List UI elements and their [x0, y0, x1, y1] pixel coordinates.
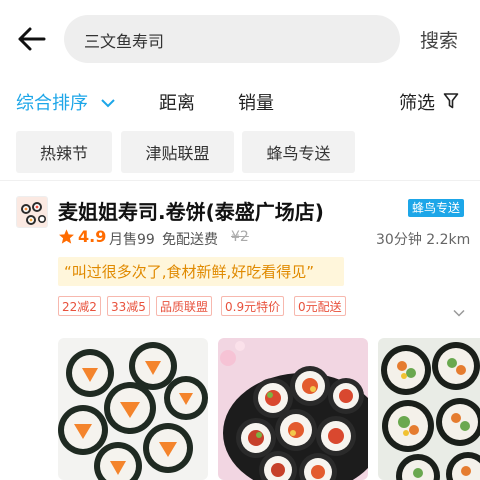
food-image-sushi-platter[interactable]: [218, 338, 368, 480]
promo-tag: 0元配送: [294, 296, 346, 316]
promo-tag: 33减5: [107, 296, 150, 316]
original-delivery-fee: ¥2: [231, 229, 249, 245]
promo-tag: 22减2: [58, 296, 101, 316]
sort-sales-tab[interactable]: 销量: [238, 89, 274, 115]
chip-subsidy-alliance[interactable]: 津贴联盟: [121, 131, 234, 173]
sort-distance-tab[interactable]: 距离: [159, 89, 195, 115]
store-logo[interactable]: [16, 196, 48, 228]
review-quote: “叫过很多次了,食材新鲜,好吃看得见”: [58, 257, 344, 286]
monthly-sales: 月售99: [109, 232, 155, 248]
food-image-maki-rolls[interactable]: [58, 338, 208, 480]
store-name[interactable]: 麦姐姐寿司.卷饼(泰盛广场店): [58, 196, 324, 225]
chevron-down-icon[interactable]: [100, 94, 116, 108]
chip-hot-festival[interactable]: 热辣节: [16, 131, 112, 173]
promo-tag: 0.9元特价: [221, 296, 285, 316]
star-icon: [58, 228, 75, 245]
search-query-text[interactable]: 三文鱼寿司: [84, 28, 164, 52]
chip-hummingbird-delivery[interactable]: 蜂鸟专送: [242, 131, 355, 173]
filter-button[interactable]: 筛选: [399, 89, 435, 115]
delivery-badge: 蜂鸟专送: [408, 199, 465, 217]
divider: [0, 180, 480, 181]
sort-comprehensive-tab[interactable]: 综合排序: [16, 89, 88, 115]
search-button[interactable]: 搜索: [420, 26, 458, 53]
food-image-california-rolls[interactable]: [378, 338, 480, 480]
promo-tag: 品质联盟: [156, 296, 213, 316]
eta-distance: 30分钟 2.2km: [376, 232, 471, 248]
expand-chevron-icon[interactable]: [453, 302, 465, 317]
store-rating: 4.9: [78, 227, 107, 246]
back-arrow-icon[interactable]: [14, 24, 48, 54]
filter-funnel-icon[interactable]: [443, 92, 459, 110]
free-delivery-label: 免配送费: [162, 232, 218, 248]
